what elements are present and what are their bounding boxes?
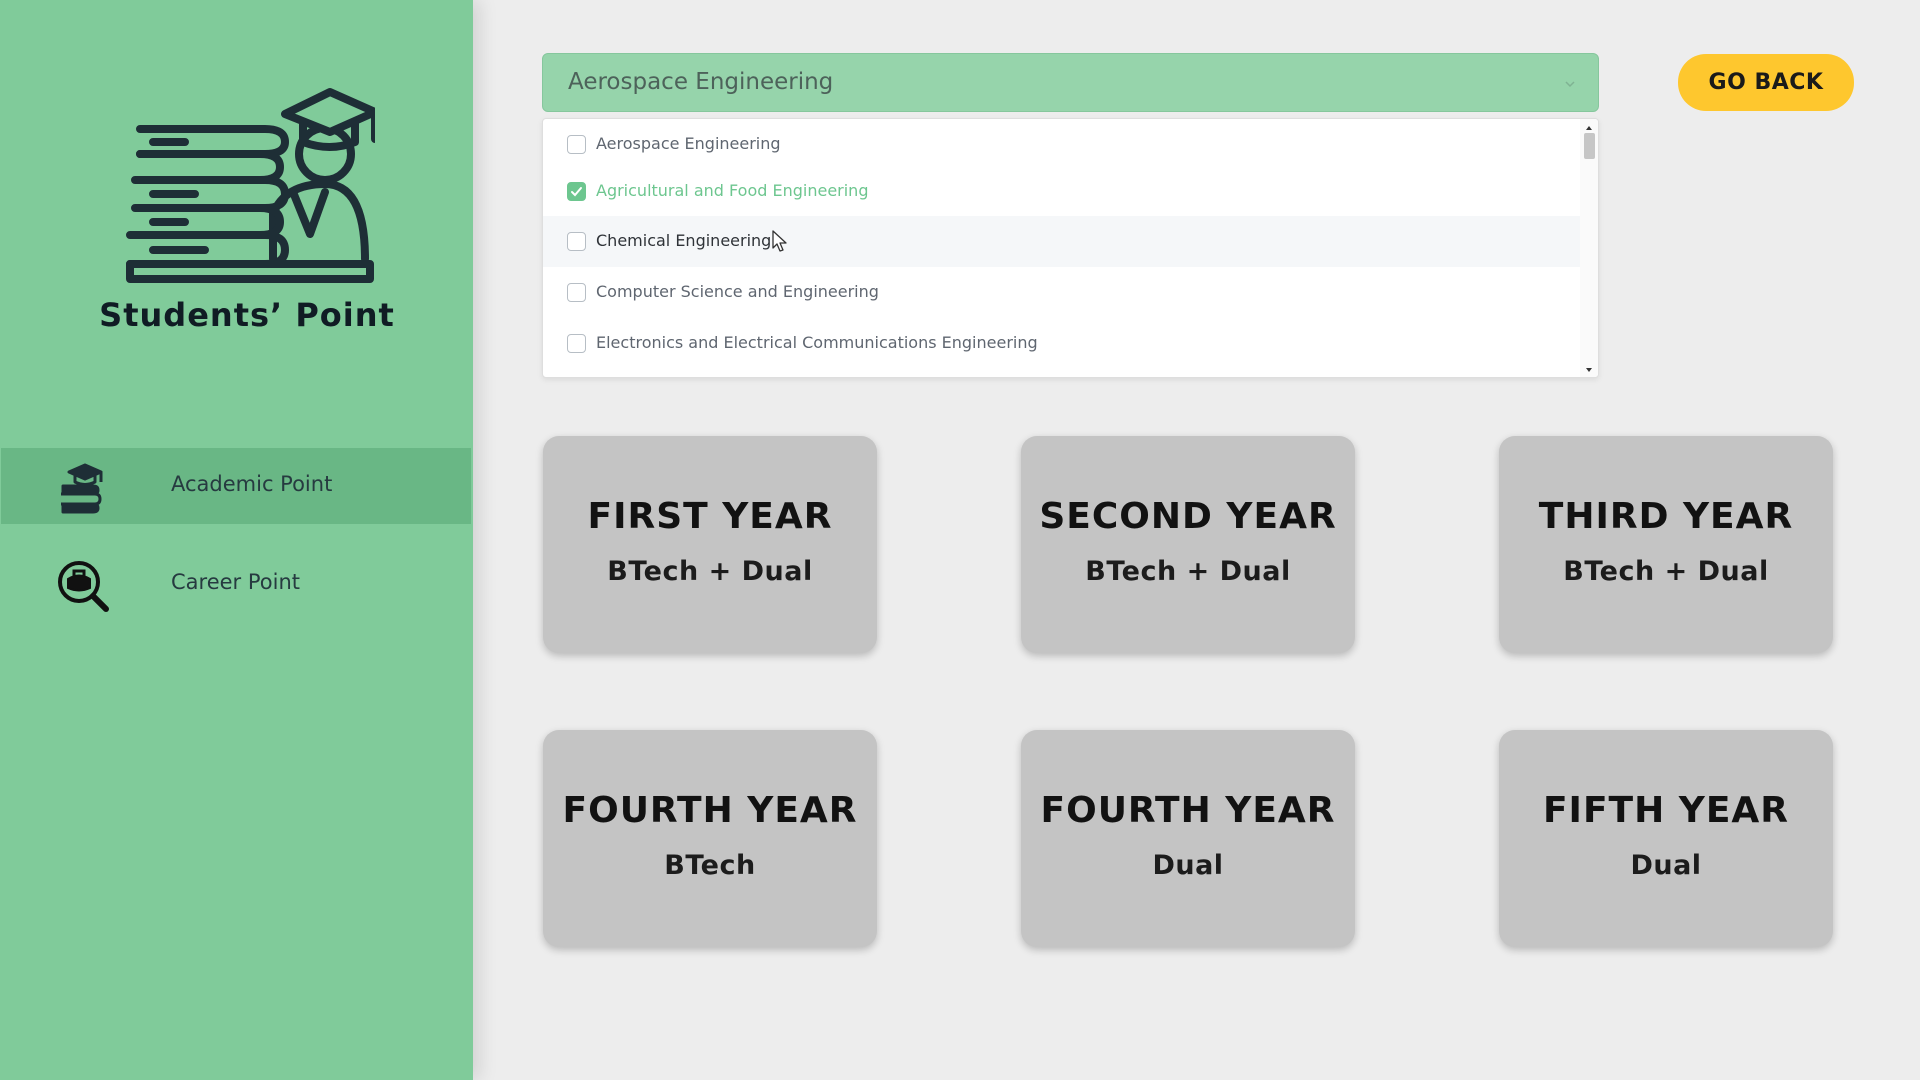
students-books-logo-icon — [126, 88, 375, 283]
year-card-fifth[interactable]: FIFTH YEAR Dual — [1499, 730, 1833, 947]
dropdown-option[interactable]: Agricultural and Food Engineering — [543, 166, 1581, 217]
books-graduate-icon — [61, 463, 103, 514]
card-subtitle: BTech — [664, 850, 756, 881]
sidebar-item-label: Career Point — [171, 570, 300, 594]
sidebar-item-label: Academic Point — [171, 472, 333, 496]
year-card-fourth-dual[interactable]: FOURTH YEAR Dual — [1021, 730, 1355, 947]
checkbox-checked[interactable] — [567, 182, 586, 201]
year-card-first[interactable]: FIRST YEAR BTech + Dual — [543, 436, 877, 653]
sidebar-item-academic-point[interactable]: Academic Point — [1, 448, 471, 524]
card-title: FIFTH YEAR — [1542, 790, 1790, 831]
year-card-fourth-btech[interactable]: FOURTH YEAR BTech — [543, 730, 877, 947]
dropdown-scrollbar[interactable] — [1580, 119, 1598, 377]
year-card-third[interactable]: THIRD YEAR BTech + Dual — [1499, 436, 1833, 653]
dropdown-option[interactable]: Aerospace Engineering — [543, 119, 1581, 170]
option-label: Aerospace Engineering — [596, 134, 781, 153]
card-subtitle: Dual — [1630, 850, 1702, 881]
brand-title: Students’ Point — [99, 296, 395, 334]
branch-select-value: Aerospace Engineering — [568, 69, 834, 95]
card-title: FIRST YEAR — [587, 496, 833, 537]
dropdown-option[interactable]: Chemical Engineering — [543, 216, 1581, 267]
chevron-down-icon — [1565, 81, 1575, 88]
sidebar: Students’ Point Academic Point Career Po… — [0, 0, 473, 1080]
branch-select[interactable]: Aerospace Engineering — [542, 53, 1599, 112]
dropdown-option[interactable]: Computer Science and Engineering — [543, 267, 1581, 318]
checkbox[interactable] — [567, 283, 586, 302]
check-icon — [571, 187, 582, 197]
option-label: Computer Science and Engineering — [596, 282, 879, 301]
card-title: THIRD YEAR — [1538, 496, 1794, 537]
mouse-cursor-icon — [772, 230, 787, 252]
scroll-down-arrow-icon[interactable] — [1584, 365, 1594, 375]
checkbox[interactable] — [567, 135, 586, 154]
career-search-icon — [58, 561, 109, 612]
card-subtitle: BTech + Dual — [1563, 556, 1769, 587]
card-subtitle: BTech + Dual — [1085, 556, 1291, 587]
branch-dropdown-list: Aerospace Engineering Agricultural and F… — [542, 118, 1599, 378]
card-title: FOURTH YEAR — [1040, 790, 1336, 831]
checkbox[interactable] — [567, 232, 586, 251]
option-label: Electronics and Electrical Communication… — [596, 333, 1038, 352]
card-subtitle: Dual — [1152, 850, 1224, 881]
dropdown-option[interactable]: Electronics and Electrical Communication… — [543, 318, 1581, 369]
scroll-thumb[interactable] — [1584, 133, 1595, 159]
card-title: FOURTH YEAR — [562, 790, 858, 831]
card-subtitle: BTech + Dual — [607, 556, 813, 587]
sidebar-item-career-point[interactable]: Career Point — [1, 546, 471, 622]
scroll-up-arrow-icon[interactable] — [1584, 123, 1594, 133]
option-label: Agricultural and Food Engineering — [596, 181, 869, 200]
checkbox[interactable] — [567, 334, 586, 353]
card-title: SECOND YEAR — [1039, 496, 1337, 537]
option-label: Chemical Engineering — [596, 231, 772, 250]
year-card-second[interactable]: SECOND YEAR BTech + Dual — [1021, 436, 1355, 653]
go-back-button[interactable]: GO BACK — [1678, 54, 1854, 111]
